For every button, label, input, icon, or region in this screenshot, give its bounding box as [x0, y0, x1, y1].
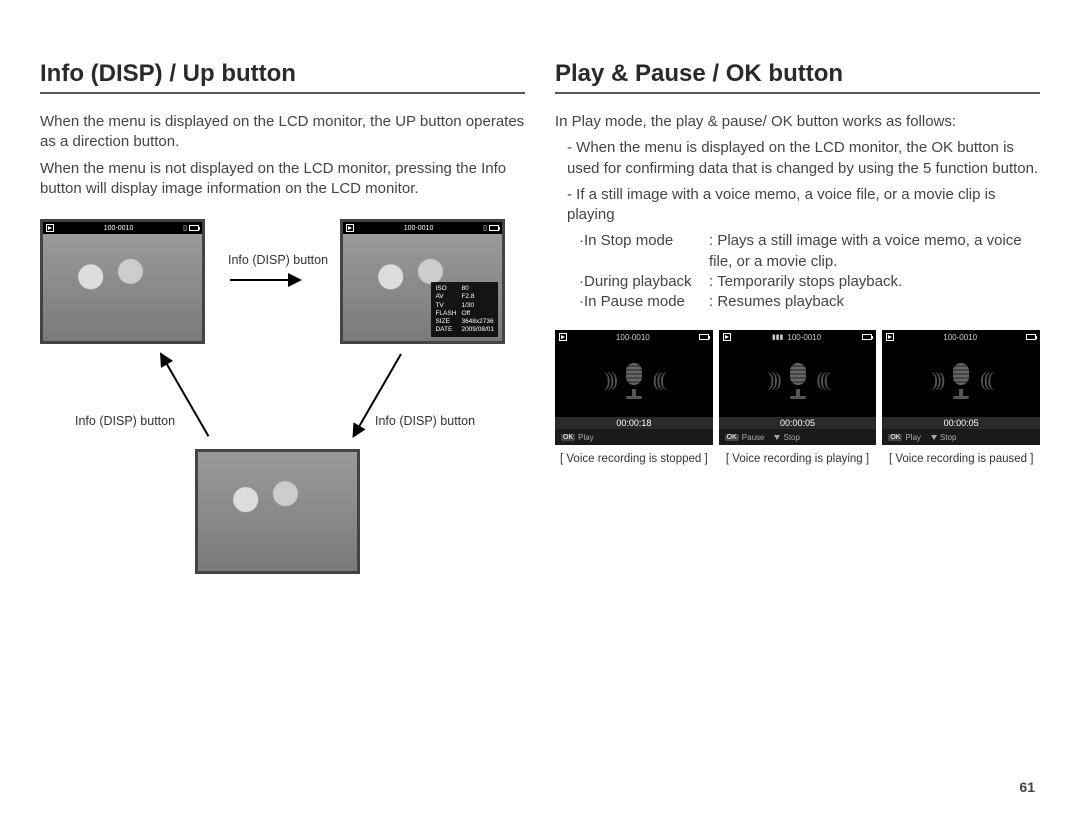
- left-title: Info (DISP) / Up button: [40, 60, 525, 94]
- mode-row: ·In Stop mode : Plays a still image with…: [579, 231, 1040, 272]
- mode-value: : Plays a still image with a voice memo,…: [709, 231, 1040, 272]
- arrow-label-right: Info (DISP) button: [375, 414, 475, 428]
- elapsed-time: 00:00:18: [555, 417, 713, 429]
- mode-label: ·During playback: [579, 272, 709, 292]
- playback-mode-icon: [886, 333, 894, 341]
- microphone-icon: [785, 363, 811, 399]
- info-cycle-diagram: 100-0010 ▯ 100-0010 ▯: [40, 219, 520, 639]
- sound-wave-right-icon: (((: [980, 369, 991, 392]
- stop-control: Stop: [774, 433, 799, 442]
- image-info-overlay: ISO80 AVF2.8 TV1/30 FLASHOff SIZE3648x27…: [431, 282, 498, 337]
- battery-icon: [862, 334, 872, 340]
- arrow-label-left: Info (DISP) button: [75, 414, 175, 428]
- ok-key-icon: OK: [725, 434, 739, 441]
- down-key-icon: [774, 435, 780, 440]
- playback-mode-icon: [346, 224, 354, 232]
- file-counter: 100-0010: [404, 225, 434, 232]
- right-column: Play & Pause / OK button In Play mode, t…: [555, 60, 1040, 639]
- voice-shot-paused: 100-0010 ))) ((( 00:00:05 OK Play: [882, 330, 1040, 445]
- mode-row: ·In Pause mode : Resumes playback: [579, 292, 1040, 312]
- page-number: 61: [1019, 779, 1035, 795]
- microphone-icon: [621, 363, 647, 399]
- lcd-noinfo: [195, 449, 360, 574]
- battery-icon: [1026, 334, 1036, 340]
- mode-table: ·In Stop mode : Plays a still image with…: [555, 231, 1040, 312]
- stop-control: Stop: [931, 433, 956, 442]
- battery-icon: [489, 225, 499, 231]
- battery-icon: [189, 225, 199, 231]
- ok-key-icon: OK: [888, 434, 902, 441]
- right-bullet1: - When the menu is displayed on the LCD …: [555, 138, 1040, 179]
- battery-icon: [699, 334, 709, 340]
- file-counter: 100-0010: [104, 225, 134, 232]
- elapsed-time: 00:00:05: [882, 417, 1040, 429]
- down-key-icon: [931, 435, 937, 440]
- lcd-with-info: 100-0010 ▯ ISO80 AVF2.8 TV1/30 FLASHOff …: [340, 219, 505, 344]
- sound-wave-left-icon: ))): [931, 369, 942, 392]
- sound-wave-left-icon: ))): [768, 369, 779, 392]
- left-para1: When the menu is displayed on the LCD mo…: [40, 112, 525, 153]
- sound-wave-right-icon: (((: [653, 369, 664, 392]
- file-counter: 100-0010: [943, 333, 977, 342]
- voice-shot-stopped: 100-0010 ))) ((( 00:00:18 OK Play: [555, 330, 713, 445]
- ok-key-icon: OK: [561, 434, 575, 441]
- right-bullet2: - If a still image with a voice memo, a …: [555, 185, 1040, 226]
- file-counter: 100-0010: [616, 333, 650, 342]
- voice-screenshots: 100-0010 ))) ((( 00:00:18 OK Play: [555, 330, 1040, 445]
- play-control: OK Play: [561, 433, 594, 442]
- left-para2: When the menu is not displayed on the LC…: [40, 159, 525, 200]
- mode-row: ·During playback : Temporarily stops pla…: [579, 272, 1040, 292]
- caption-playing: [ Voice recording is playing ]: [719, 453, 877, 465]
- playback-mode-icon: [559, 333, 567, 341]
- voice-captions: [ Voice recording is stopped ] [ Voice r…: [555, 453, 1040, 465]
- mode-label: ·In Stop mode: [579, 231, 709, 272]
- microphone-icon: [948, 363, 974, 399]
- playback-mode-icon: [46, 224, 54, 232]
- mode-label: ·In Pause mode: [579, 292, 709, 312]
- right-intro: In Play mode, the play & pause/ OK butto…: [555, 112, 1040, 132]
- voice-shot-playing: ▮▮▮ 100-0010 ))) ((( 00:00:05 OK: [719, 330, 877, 445]
- right-title: Play & Pause / OK button: [555, 60, 1040, 94]
- pause-control: OK Pause: [725, 433, 765, 442]
- mode-value: : Resumes playback: [709, 292, 1040, 312]
- arrow-right-icon: [230, 279, 300, 281]
- arrow-label-top: Info (DISP) button: [228, 253, 328, 267]
- lcd-basic: 100-0010 ▯: [40, 219, 205, 344]
- sound-wave-right-icon: (((: [817, 369, 828, 392]
- play-control: OK Play: [888, 433, 921, 442]
- playback-mode-icon: [723, 333, 731, 341]
- mode-value: : Temporarily stops playback.: [709, 272, 1040, 292]
- file-counter: 100-0010: [787, 333, 821, 342]
- elapsed-time: 00:00:05: [719, 417, 877, 429]
- left-column: Info (DISP) / Up button When the menu is…: [40, 60, 525, 639]
- caption-paused: [ Voice recording is paused ]: [882, 453, 1040, 465]
- sound-wave-left-icon: ))): [604, 369, 615, 392]
- signal-icon: ▮▮▮: [772, 333, 784, 341]
- caption-stopped: [ Voice recording is stopped ]: [555, 453, 713, 465]
